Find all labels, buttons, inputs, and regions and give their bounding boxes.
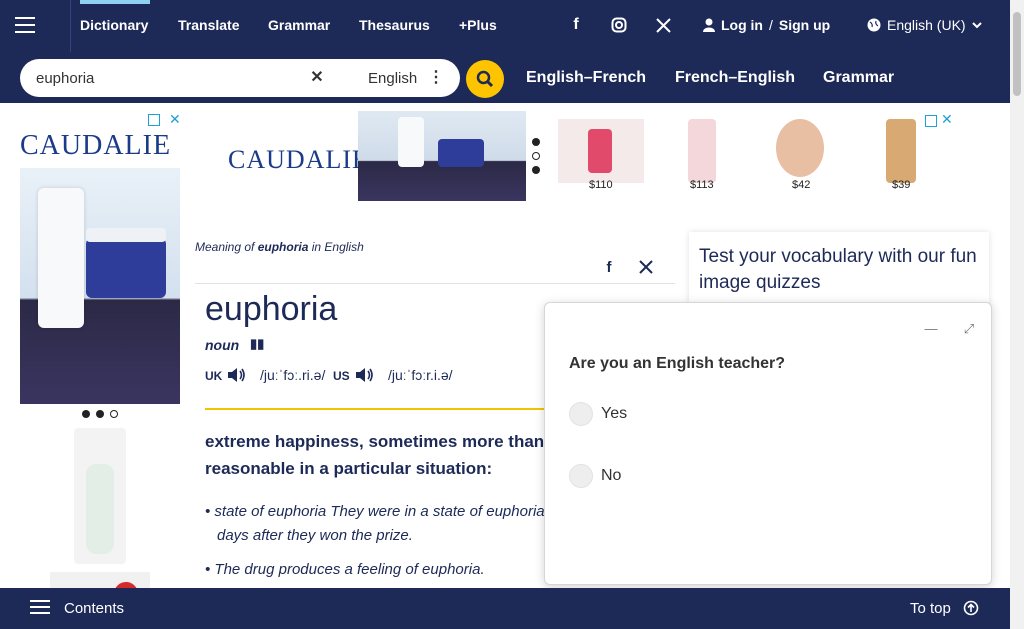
- globe-icon: [867, 18, 881, 32]
- definition: extreme happiness, sometimes more than i…: [205, 428, 564, 482]
- ad-product-bottle: [74, 428, 126, 564]
- example-1-line-1: state of euphoria They were in a state o…: [214, 503, 567, 520]
- option-no[interactable]: No: [569, 464, 621, 488]
- login-area: Log in / Sign up: [703, 17, 830, 33]
- example-1: • state of euphoria They were in a state…: [205, 500, 566, 524]
- chevron-down-icon: [971, 22, 982, 29]
- share-x-icon[interactable]: [635, 256, 657, 278]
- banner-brand-logo: CAUDALIE: [228, 145, 369, 174]
- example-1-line-2: days after they won the prize.: [217, 527, 413, 544]
- dictionary-select[interactable]: English ⋮: [352, 66, 452, 90]
- user-icon: [703, 18, 715, 32]
- banner-advertisement[interactable]: ✕ CAUDALIE $110 $113 $42 $39: [228, 111, 956, 201]
- banner-item-2-image: [688, 119, 716, 183]
- example-2: • The drug produces a feeling of euphori…: [205, 558, 485, 582]
- definition-line-1: extreme happiness, sometimes more than i…: [205, 432, 564, 451]
- banner-product-image: [358, 111, 526, 201]
- share-facebook-icon[interactable]: f: [598, 256, 620, 278]
- banner-item-4-image: [886, 119, 916, 183]
- ad-brand-logo: CAUDALIE: [20, 130, 172, 161]
- example-2-text: The drug produces a feeling of euphoria.: [214, 561, 485, 578]
- banner-item-3-image: [776, 119, 824, 177]
- hamburger-menu-icon[interactable]: [10, 10, 40, 40]
- arrow-up-circle-icon[interactable]: [963, 600, 979, 616]
- radio-no[interactable]: [569, 464, 593, 488]
- contents-link[interactable]: Contents: [64, 600, 124, 617]
- nav-translate[interactable]: Translate: [178, 17, 239, 33]
- quiz-promo-card[interactable]: Test your vocabulary with our fun image …: [689, 232, 989, 312]
- banner-price-3: $42: [792, 179, 811, 191]
- option-no-label: No: [601, 467, 622, 484]
- survey-question: Are you an English teacher?: [569, 355, 786, 372]
- login-separator: /: [769, 17, 773, 33]
- scrollbar-thumb[interactable]: [1013, 12, 1021, 96]
- grammar-info-icon[interactable]: ▮▮: [250, 336, 268, 352]
- tab-grammar[interactable]: Grammar: [823, 69, 894, 87]
- meaning-word: euphoria: [257, 240, 309, 254]
- ad-carousel-dots[interactable]: [20, 410, 180, 418]
- kebab-menu-icon: ⋮: [428, 69, 444, 86]
- x-twitter-icon[interactable]: [652, 14, 674, 36]
- option-yes[interactable]: Yes: [569, 402, 627, 426]
- us-label: US: [333, 369, 350, 383]
- nav-thesaurus[interactable]: Thesaurus: [359, 17, 430, 33]
- instagram-icon[interactable]: [608, 14, 630, 36]
- tab-english-french[interactable]: English–French: [526, 69, 646, 87]
- banner-price-1: $110: [589, 179, 613, 191]
- definition-line-2: reasonable in a particular situation:: [205, 459, 493, 478]
- uk-ipa: /juːˈfɔː.ri.ə/: [260, 367, 326, 383]
- quiz-promo-title: Test your vocabulary with our fun image …: [699, 246, 977, 293]
- contents-menu-icon[interactable]: [30, 600, 50, 614]
- dictionary-select-label: English: [368, 69, 418, 87]
- login-link[interactable]: Log in: [721, 17, 763, 33]
- left-advertisement[interactable]: ✕ CAUDALIE: [20, 110, 180, 629]
- nav-divider: [70, 0, 71, 52]
- meaning-of-label: Meaning of euphoria in English: [195, 240, 364, 254]
- radio-yes[interactable]: [569, 402, 593, 426]
- nav-grammar[interactable]: Grammar: [268, 17, 330, 33]
- us-audio-speaker-icon[interactable]: [353, 364, 375, 386]
- meaning-prefix: Meaning of: [195, 240, 255, 254]
- active-nav-indicator: [80, 0, 150, 4]
- clear-search-icon[interactable]: ✕: [307, 68, 327, 88]
- uk-audio-speaker-icon[interactable]: [225, 364, 247, 386]
- definition-divider: [205, 408, 545, 410]
- search-input[interactable]: [36, 67, 306, 89]
- bullet: •: [205, 503, 215, 520]
- search-button[interactable]: [466, 60, 504, 98]
- search-box: ✕ English ⋮: [20, 59, 460, 97]
- uk-label: UK: [205, 369, 223, 383]
- to-top-link[interactable]: To top: [910, 600, 951, 617]
- option-yes-label: Yes: [601, 405, 628, 422]
- banner-carousel-dots[interactable]: [532, 138, 540, 174]
- search-icon: [476, 70, 494, 88]
- signup-link[interactable]: Sign up: [779, 17, 830, 33]
- bullet: •: [205, 561, 215, 578]
- survey-popup: — ⤢ Are you an English teacher? Yes No: [544, 302, 992, 585]
- nav-dictionary[interactable]: Dictionary: [80, 17, 148, 33]
- banner-ad-choices-icon[interactable]: [925, 115, 937, 127]
- language-label: English (UK): [887, 17, 966, 33]
- meaning-suffix: in English: [311, 240, 364, 254]
- banner-ad-close-icon[interactable]: ✕: [941, 111, 953, 128]
- banner-item-1-image: [558, 119, 644, 183]
- search-bar: ✕ English ⋮ English–French French–Englis…: [0, 52, 1024, 103]
- us-ipa: /juːˈfɔːr.i.ə/: [388, 367, 453, 383]
- ad-product-image: [20, 168, 180, 404]
- banner-price-2: $113: [690, 179, 714, 191]
- facebook-icon[interactable]: f: [565, 14, 587, 36]
- top-navigation: Dictionary Translate Grammar Thesaurus +…: [0, 0, 1024, 52]
- ad-choices-icon[interactable]: [148, 114, 160, 126]
- bottom-bar: Contents To top: [0, 588, 1010, 629]
- headword: euphoria: [205, 290, 338, 328]
- popup-expand-icon[interactable]: ⤢: [961, 321, 977, 337]
- ad-close-icon[interactable]: ✕: [169, 111, 180, 128]
- banner-price-4: $39: [892, 179, 911, 191]
- nav-plus[interactable]: +Plus: [459, 17, 497, 33]
- part-of-speech: noun: [205, 337, 240, 353]
- language-selector[interactable]: English (UK): [867, 17, 982, 33]
- tab-french-english[interactable]: French–English: [675, 69, 795, 87]
- entry-divider: [195, 283, 675, 284]
- popup-minimize-icon[interactable]: —: [923, 321, 939, 337]
